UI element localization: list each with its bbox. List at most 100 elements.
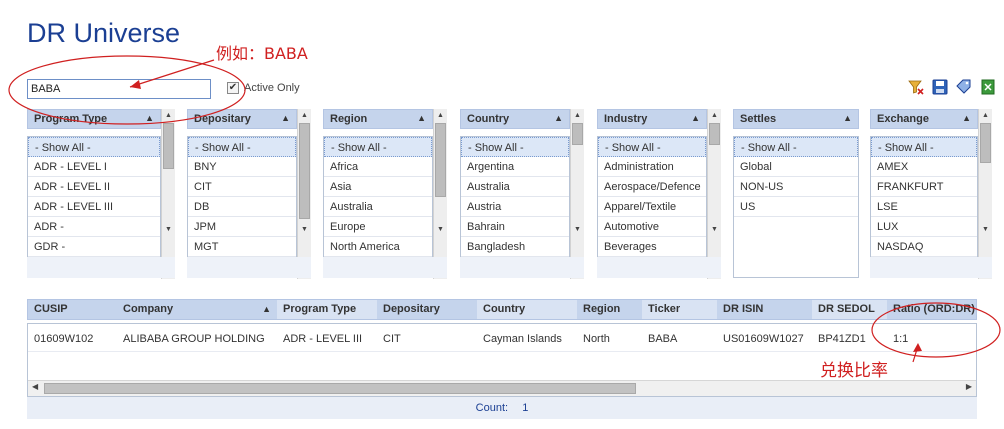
active-only-checkbox[interactable]: ✔ bbox=[227, 82, 239, 94]
column-header[interactable]: Country bbox=[477, 300, 577, 319]
filter-vscrollbar[interactable]: ▲ ▼ bbox=[433, 109, 447, 279]
list-item[interactable]: Asia bbox=[324, 177, 432, 197]
list-item[interactable]: Beverages bbox=[598, 237, 706, 257]
list-item[interactable]: ADR - LEVEL I bbox=[28, 157, 160, 177]
list-item[interactable]: Automotive bbox=[598, 217, 706, 237]
scroll-up-icon[interactable]: ▲ bbox=[979, 109, 992, 123]
list-item[interactable]: - Show All - bbox=[188, 137, 296, 157]
scroll-down-icon[interactable]: ▼ bbox=[434, 223, 447, 237]
scroll-up-icon[interactable]: ▲ bbox=[708, 109, 721, 123]
sort-asc-icon[interactable]: ▲ bbox=[554, 113, 563, 123]
list-item[interactable]: Argentina bbox=[461, 157, 569, 177]
list-item[interactable]: NASDAQ bbox=[871, 237, 977, 257]
vscroll-thumb[interactable] bbox=[299, 123, 310, 219]
results-hscrollbar[interactable]: ◀ ▶ bbox=[28, 380, 976, 396]
list-item[interactable]: DB bbox=[188, 197, 296, 217]
search-input[interactable] bbox=[27, 79, 211, 99]
list-item[interactable]: Global bbox=[734, 157, 858, 177]
list-item[interactable]: GDR - bbox=[28, 237, 160, 257]
filter-header[interactable]: Program Type ▲ bbox=[27, 109, 161, 129]
list-item[interactable]: Bangladesh bbox=[461, 237, 569, 257]
column-header[interactable]: DR SEDOL bbox=[812, 300, 887, 319]
list-item[interactable]: North America bbox=[324, 237, 432, 257]
list-item[interactable]: NON-US bbox=[734, 177, 858, 197]
vscroll-thumb[interactable] bbox=[980, 123, 991, 163]
scroll-up-icon[interactable]: ▲ bbox=[162, 109, 175, 123]
save-icon[interactable] bbox=[931, 78, 949, 96]
filter-header[interactable]: Exchange ▲ bbox=[870, 109, 978, 129]
scroll-down-icon[interactable]: ▼ bbox=[162, 223, 175, 237]
filter-vscrollbar[interactable]: ▲ ▼ bbox=[570, 109, 584, 279]
column-header[interactable]: Program Type bbox=[277, 300, 377, 319]
scroll-down-icon[interactable]: ▼ bbox=[979, 223, 992, 237]
list-item[interactable]: AMEX bbox=[871, 157, 977, 177]
sort-asc-icon[interactable]: ▲ bbox=[262, 300, 271, 319]
list-item[interactable]: Austria bbox=[461, 197, 569, 217]
scroll-down-icon[interactable]: ▼ bbox=[298, 223, 311, 237]
filter-vscrollbar[interactable]: ▲ ▼ bbox=[978, 109, 992, 279]
list-item[interactable]: CIT bbox=[188, 177, 296, 197]
filter-vscrollbar[interactable]: ▲ ▼ bbox=[161, 109, 175, 279]
sort-asc-icon[interactable]: ▲ bbox=[843, 113, 852, 123]
filter-header[interactable]: Country ▲ bbox=[460, 109, 570, 129]
sort-asc-icon[interactable]: ▲ bbox=[281, 113, 290, 123]
sort-asc-icon[interactable]: ▲ bbox=[962, 113, 971, 123]
sort-asc-icon[interactable]: ▲ bbox=[417, 113, 426, 123]
active-only-toggle[interactable]: ✔ Active Only bbox=[227, 82, 300, 94]
list-item[interactable]: ADR - LEVEL III bbox=[28, 197, 160, 217]
scroll-down-icon[interactable]: ▼ bbox=[571, 223, 584, 237]
column-header[interactable]: Depositary bbox=[377, 300, 477, 319]
filter-header[interactable]: Industry ▲ bbox=[597, 109, 707, 129]
column-header[interactable]: Ratio (ORD:DR) bbox=[887, 300, 978, 319]
filter-header[interactable]: Region ▲ bbox=[323, 109, 433, 129]
sort-asc-icon[interactable]: ▲ bbox=[691, 113, 700, 123]
list-item[interactable]: Australia bbox=[461, 177, 569, 197]
column-header[interactable]: DR ISIN bbox=[717, 300, 812, 319]
table-row[interactable]: 01609W102 ALIBABA GROUP HOLDING ADR - LEVE… bbox=[28, 324, 976, 352]
vscroll-thumb[interactable] bbox=[435, 123, 446, 197]
list-item[interactable]: - Show All - bbox=[598, 137, 706, 157]
list-item[interactable]: Aerospace/Defence bbox=[598, 177, 706, 197]
tag-icon[interactable] bbox=[955, 78, 973, 96]
list-item[interactable]: - Show All - bbox=[461, 137, 569, 157]
filter-vscrollbar[interactable]: ▲ ▼ bbox=[297, 109, 311, 279]
list-item[interactable]: - Show All - bbox=[871, 137, 977, 157]
list-item[interactable]: - Show All - bbox=[28, 137, 160, 157]
filter-header[interactable]: Settles ▲ bbox=[733, 109, 859, 129]
vscroll-thumb[interactable] bbox=[709, 123, 720, 145]
list-item[interactable]: BNY bbox=[188, 157, 296, 177]
list-item[interactable]: Administration bbox=[598, 157, 706, 177]
vscroll-thumb[interactable] bbox=[572, 123, 583, 145]
column-header[interactable]: Ticker bbox=[642, 300, 717, 319]
list-item[interactable]: - Show All - bbox=[734, 137, 858, 157]
list-item[interactable]: ADR - bbox=[28, 217, 160, 237]
list-item[interactable]: JPM bbox=[188, 217, 296, 237]
list-item[interactable]: Africa bbox=[324, 157, 432, 177]
export-icon[interactable] bbox=[979, 78, 997, 96]
list-item[interactable]: FRANKFURT bbox=[871, 177, 977, 197]
column-header[interactable]: Region bbox=[577, 300, 642, 319]
list-item[interactable]: Bahrain bbox=[461, 217, 569, 237]
filter-vscrollbar[interactable]: ▲ ▼ bbox=[707, 109, 721, 279]
list-item[interactable]: LSE bbox=[871, 197, 977, 217]
scroll-down-icon[interactable]: ▼ bbox=[708, 223, 721, 237]
list-item[interactable]: - Show All - bbox=[324, 137, 432, 157]
column-header[interactable]: Company ▲ bbox=[117, 300, 277, 319]
clear-filter-icon[interactable] bbox=[907, 78, 925, 96]
scroll-up-icon[interactable]: ▲ bbox=[298, 109, 311, 123]
scroll-left-icon[interactable]: ◀ bbox=[32, 382, 38, 391]
scroll-up-icon[interactable]: ▲ bbox=[571, 109, 584, 123]
column-header[interactable]: CUSIP bbox=[28, 300, 117, 319]
list-item[interactable]: Australia bbox=[324, 197, 432, 217]
list-item[interactable]: Apparel/Textile bbox=[598, 197, 706, 217]
list-item[interactable]: LUX bbox=[871, 217, 977, 237]
list-item[interactable]: ADR - LEVEL II bbox=[28, 177, 160, 197]
scroll-right-icon[interactable]: ▶ bbox=[966, 382, 972, 391]
sort-asc-icon[interactable]: ▲ bbox=[145, 113, 154, 123]
vscroll-thumb[interactable] bbox=[163, 123, 174, 169]
scroll-up-icon[interactable]: ▲ bbox=[434, 109, 447, 123]
hscroll-thumb[interactable] bbox=[44, 383, 636, 394]
filter-header[interactable]: Depositary ▲ bbox=[187, 109, 297, 129]
list-item[interactable]: US bbox=[734, 197, 858, 217]
list-item[interactable]: Europe bbox=[324, 217, 432, 237]
